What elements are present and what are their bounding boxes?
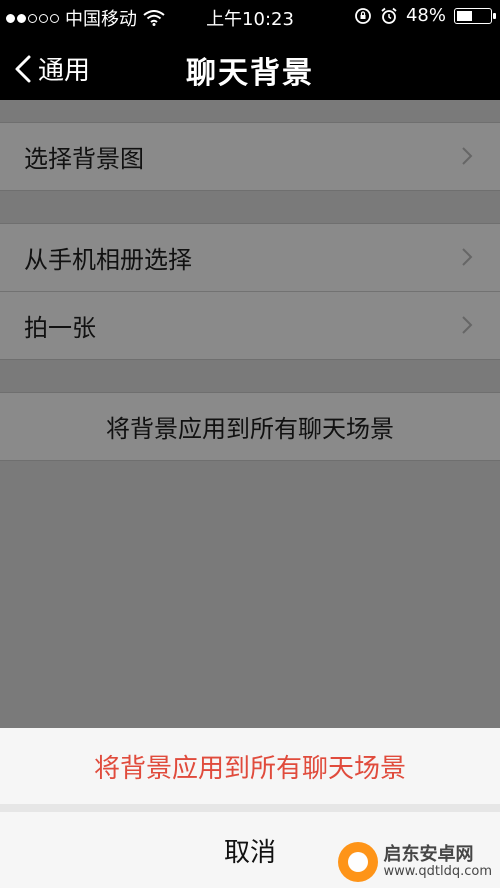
take-photo-row[interactable]: 拍一张	[0, 291, 500, 359]
page-title: 聊天背景	[186, 56, 314, 91]
status-bar: 中国移动 上午10:23 48%	[0, 0, 500, 32]
battery-fill	[457, 10, 472, 21]
chevron-right-icon	[462, 147, 473, 165]
watermark: 启东安卓网 www.qdtldq.com	[337, 842, 492, 882]
watermark-url: www.qdtldq.com	[383, 863, 492, 879]
select-background-row[interactable]: 选择背景图	[0, 123, 500, 190]
watermark-title: 启东安卓网	[383, 843, 474, 865]
alarm-icon	[381, 7, 397, 24]
battery-percent: 48%	[405, 5, 446, 26]
row-label: 将背景应用到所有聊天场景	[106, 415, 394, 443]
list-group-background: 选择背景图	[0, 122, 500, 191]
watermark-text: 启东安卓网 www.qdtldq.com	[384, 845, 492, 879]
battery-icon	[454, 7, 496, 24]
list-group-source: 从手机相册选择 拍一张	[0, 223, 500, 360]
chevron-right-icon	[462, 248, 473, 266]
apply-to-all-chats-button[interactable]: 将背景应用到所有聊天场景	[0, 728, 500, 804]
orientation-lock-icon	[355, 7, 371, 24]
watermark-logo-icon	[337, 842, 378, 882]
row-label: 从手机相册选择	[24, 246, 192, 274]
apply-to-all-chats-row[interactable]: 将背景应用到所有聊天场景	[0, 393, 500, 460]
status-right: 48%	[354, 5, 496, 26]
navigation-bar: 通用 聊天背景	[0, 32, 500, 100]
list-group-apply: 将背景应用到所有聊天场景	[0, 392, 500, 461]
row-label: 拍一张	[24, 314, 96, 342]
chevron-right-icon	[462, 316, 473, 334]
choose-from-album-row[interactable]: 从手机相册选择	[0, 224, 500, 291]
settings-list: 选择背景图 从手机相册选择 拍一张 将背景应用到所有聊天场景	[0, 100, 500, 728]
row-label: 选择背景图	[24, 145, 144, 173]
